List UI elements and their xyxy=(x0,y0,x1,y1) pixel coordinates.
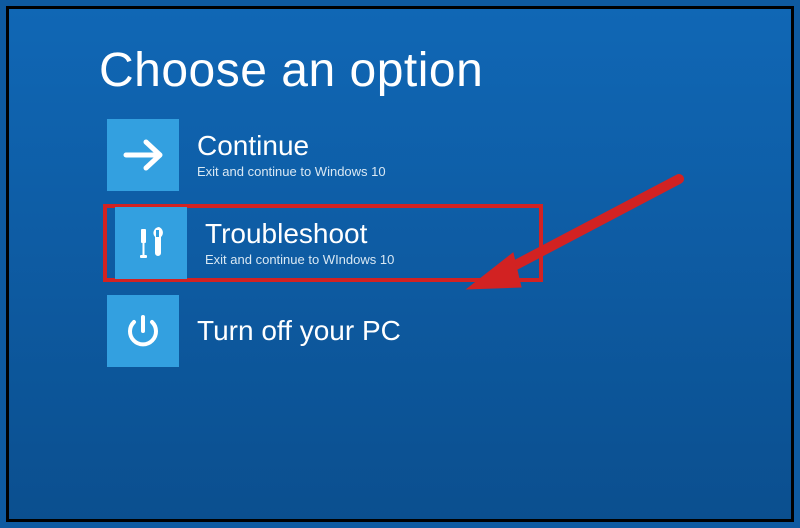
option-title: Continue xyxy=(197,130,386,162)
continue-tile xyxy=(107,119,179,191)
option-text: Turn off your PC xyxy=(197,315,401,347)
arrow-right-icon xyxy=(120,132,166,178)
option-turnoff[interactable]: Turn off your PC xyxy=(103,292,543,370)
option-troubleshoot[interactable]: Troubleshoot Exit and continue to WIndow… xyxy=(103,204,543,282)
option-continue[interactable]: Continue Exit and continue to Windows 10 xyxy=(103,116,543,194)
option-title: Troubleshoot xyxy=(205,218,394,250)
power-icon xyxy=(121,309,165,353)
troubleshoot-tile xyxy=(115,207,187,279)
option-title: Turn off your PC xyxy=(197,315,401,347)
option-text: Troubleshoot Exit and continue to WIndow… xyxy=(205,218,394,267)
option-subtitle: Exit and continue to Windows 10 xyxy=(197,165,386,180)
page-title: Choose an option xyxy=(99,43,721,98)
turnoff-tile xyxy=(107,295,179,367)
options-list: Continue Exit and continue to Windows 10 xyxy=(103,116,721,370)
tools-icon xyxy=(129,221,173,265)
option-text: Continue Exit and continue to Windows 10 xyxy=(197,130,386,179)
window-frame: Choose an option Continue Exit and conti… xyxy=(6,6,794,522)
option-subtitle: Exit and continue to WIndows 10 xyxy=(205,253,394,268)
